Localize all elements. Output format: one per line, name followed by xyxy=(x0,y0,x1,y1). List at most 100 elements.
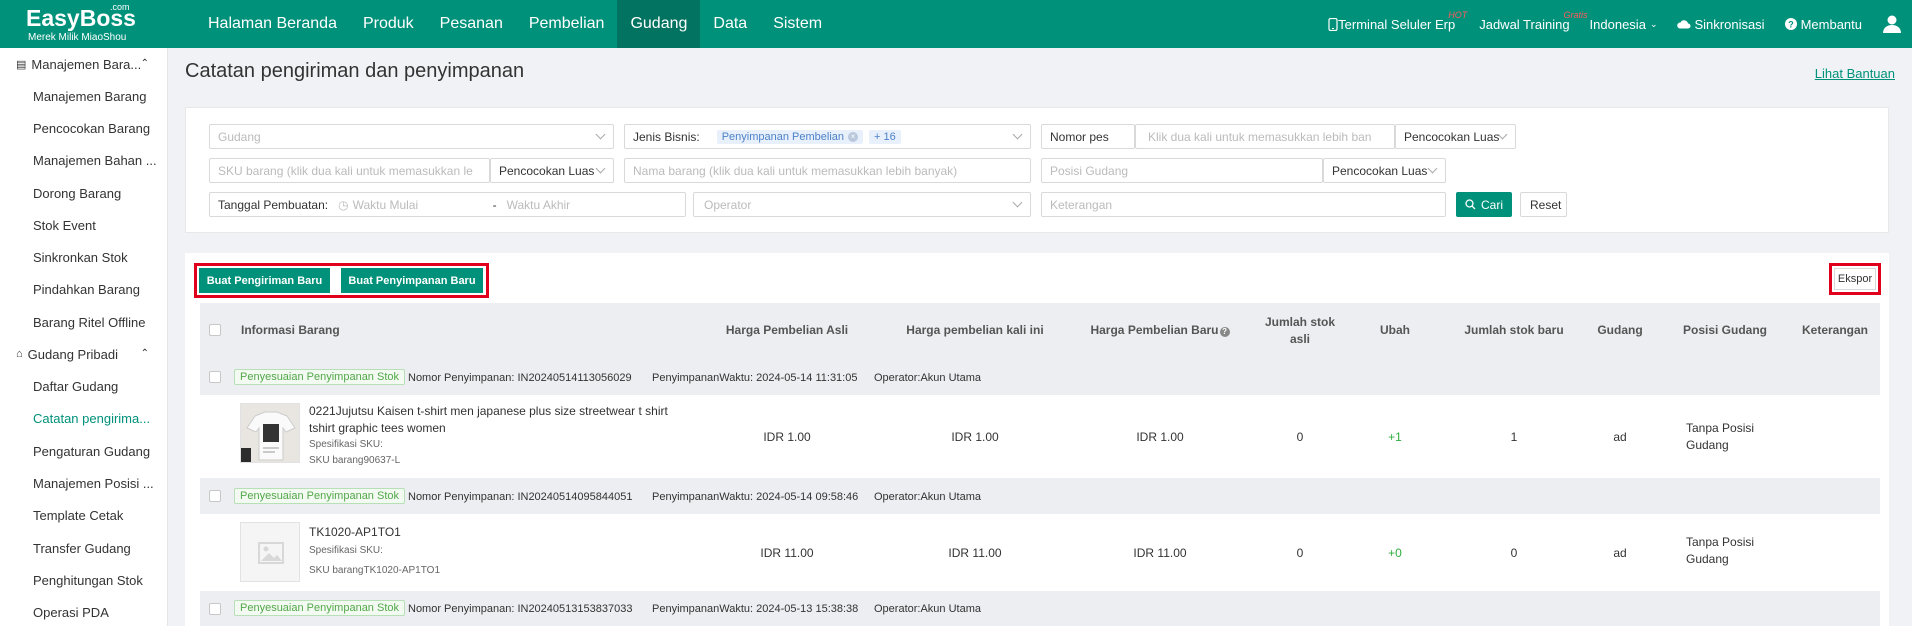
chevron-up-icon: ⌃ xyxy=(140,58,149,69)
more-chip[interactable]: + 16 xyxy=(869,129,901,144)
export-button[interactable]: Ekspor xyxy=(1834,268,1876,290)
sidebar-item-template-cetak[interactable]: Template Cetak xyxy=(0,500,167,532)
menu-item-pembelian[interactable]: Pembelian xyxy=(516,0,618,48)
nama-barang-placeholder: Nama barang (klik dua kali untuk memasuk… xyxy=(633,163,958,178)
new-storage-button[interactable]: Buat Penyimpanan Baru xyxy=(341,268,483,293)
language-select[interactable]: Indonesia ⌄ xyxy=(1590,17,1658,32)
hot-badge: HOT xyxy=(1448,9,1468,20)
sku-input[interactable]: SKU barang (klik dua kali untuk memasukk… xyxy=(209,158,490,183)
reset-button[interactable]: Reset xyxy=(1520,192,1567,217)
col-keterangan: Keterangan xyxy=(1801,323,1869,337)
user-icon[interactable] xyxy=(1882,14,1902,34)
tanggal-range[interactable]: Tanggal Pembuatan: ◷ Waktu Mulai - Waktu… xyxy=(209,192,686,217)
harga-baru-value: IDR 11.00 xyxy=(1133,546,1187,560)
sidebar-item-manajemen-barang[interactable]: Manajemen Barang xyxy=(0,80,167,112)
menu-item-produk[interactable]: Produk xyxy=(350,0,427,48)
record-time: PenyimpananWaktu: 2024-05-13 15:38:38 xyxy=(652,603,859,615)
sku-code: SKU barang90637-L xyxy=(309,455,401,466)
harga-kali-value: IDR 1.00 xyxy=(951,430,999,444)
nomor-type-value: Nomor pes xyxy=(1050,129,1109,144)
sidebar-item-dorong-barang[interactable]: Dorong Barang xyxy=(0,177,167,209)
end-date-input[interactable]: Waktu Akhir xyxy=(507,198,571,212)
menu-item-gudang[interactable]: Gudang xyxy=(617,0,701,48)
nomor-input-placeholder: Klik dua kali untuk memasukkan lebih ban xyxy=(1148,129,1372,144)
sidebar-item-pindahkan-barang[interactable]: Pindahkan Barang xyxy=(0,274,167,306)
col-posisi: Posisi Gudang xyxy=(1682,323,1767,337)
product-image[interactable] xyxy=(240,403,300,463)
sidebar-item-daftar-gudang[interactable]: Daftar Gudang xyxy=(0,370,167,402)
match-select-2-value: Pencocokan Luas xyxy=(499,163,595,178)
col-ubah: Ubah xyxy=(1380,323,1410,337)
menu-item-sistem[interactable]: Sistem xyxy=(760,0,835,48)
chevron-up-icon: ⌃ xyxy=(140,348,149,360)
mobile-icon xyxy=(1328,17,1338,31)
menu-item-home[interactable]: Halaman Beranda xyxy=(195,0,350,48)
menu-item-data[interactable]: Data xyxy=(700,0,760,48)
info-icon[interactable]: ? xyxy=(1219,327,1230,337)
close-icon[interactable]: × xyxy=(848,131,859,142)
keterangan-placeholder: Keterangan xyxy=(1050,197,1113,212)
record-operator: Operator:Akun Utama xyxy=(874,603,981,615)
start-date-input[interactable]: Waktu Mulai xyxy=(353,198,493,212)
sidebar-item-operasi-pda[interactable]: Operasi PDA xyxy=(0,596,167,626)
col-stok-baru: Jumlah stok baru xyxy=(1464,323,1564,337)
jenis-bisnis-chip[interactable]: Penyimpanan Pembelian × xyxy=(716,129,864,144)
select-all-checkbox[interactable] xyxy=(209,324,221,336)
page-title: Catatan pengiriman dan penyimpanan xyxy=(185,60,525,82)
col-gudang: Gudang xyxy=(1597,323,1643,337)
nomor-type-select[interactable]: Nomor pes xyxy=(1041,124,1135,149)
training-link[interactable]: Jadwal Training Gratis xyxy=(1479,10,1587,32)
sidebar-item-catatan-pengiriman[interactable]: Catatan pengirima... xyxy=(0,403,167,435)
sync-button[interactable]: Sinkronisasi xyxy=(1677,17,1765,32)
harga-asli-value: IDR 1.00 xyxy=(763,430,811,444)
operator-select[interactable]: Operator xyxy=(693,192,1031,217)
sidebar-item-manajemen-bahan[interactable]: Manajemen Bahan ... xyxy=(0,145,167,177)
match-select-1[interactable]: Pencocokan Luas xyxy=(1395,124,1516,149)
match-select-3[interactable]: Pencocokan Luas xyxy=(1323,158,1446,183)
sidebar-item-transfer-gudang[interactable]: Transfer Gudang xyxy=(0,532,167,564)
logo[interactable]: EasyBoss .com Merek Milik MiaoShou xyxy=(0,0,168,48)
terminal-label: Terminal Seluler Erp xyxy=(1338,16,1456,32)
terminal-link[interactable]: Terminal Seluler Erp HOT xyxy=(1328,10,1467,32)
search-icon xyxy=(1465,199,1476,210)
ubah-value: +0 xyxy=(1388,546,1402,560)
product-name[interactable]: TK1020-AP1TO1 xyxy=(309,524,689,541)
stok-asli-value: 0 xyxy=(1296,430,1304,444)
product-name[interactable]: 0221Jujutsu Kaisen t-shirt men japanese … xyxy=(309,403,689,437)
jenis-bisnis-select[interactable]: Jenis Bisnis: Penyimpanan Pembelian × + 1… xyxy=(624,124,1031,149)
match-select-2[interactable]: Pencocokan Luas xyxy=(490,158,614,183)
sidebar-item-stok-event[interactable]: Stok Event xyxy=(0,209,167,241)
help-label: Membantu xyxy=(1800,16,1862,32)
record-time: PenyimpananWaktu: 2024-05-14 11:31:05 xyxy=(652,372,858,384)
help-link[interactable]: Lihat Bantuan xyxy=(1815,66,1895,81)
status-badge: Penyesuaian Penyimpanan Stok xyxy=(234,369,405,385)
help-button[interactable]: ? Membantu xyxy=(1784,16,1862,32)
posisi-gudang-input[interactable]: Posisi Gudang xyxy=(1041,158,1323,183)
sidebar-item-pencocokan-barang[interactable]: Pencocokan Barang xyxy=(0,112,167,144)
menu-item-pesanan[interactable]: Pesanan xyxy=(427,0,516,48)
row-checkbox[interactable] xyxy=(209,371,221,383)
sidebar-item-manajemen-posisi[interactable]: Manajemen Posisi ... xyxy=(0,467,167,499)
top-right-tools: Terminal Seluler Erp HOT Jadwal Training… xyxy=(1328,0,1912,48)
row-checkbox[interactable] xyxy=(209,490,221,502)
keterangan-input[interactable]: Keterangan xyxy=(1041,192,1446,217)
gudang-select[interactable]: Gudang xyxy=(209,124,614,149)
status-badge: Penyesuaian Penyimpanan Stok xyxy=(234,488,405,504)
search-button[interactable]: Cari xyxy=(1456,192,1512,217)
sidebar-item-pengaturan-gudang[interactable]: Pengaturan Gudang xyxy=(0,435,167,467)
sku-spec-label: Spesifikasi SKU: xyxy=(309,545,383,556)
nama-barang-input[interactable]: Nama barang (klik dua kali untuk memasuk… xyxy=(624,158,1031,183)
sidebar-group-manajemen-barang[interactable]: ▤ Manajemen Bara... ⌃ xyxy=(0,48,167,80)
sidebar-item-sinkronkan-stok[interactable]: Sinkronkan Stok xyxy=(0,241,167,273)
sidebar-item-penghitungan-stok[interactable]: Penghitungan Stok xyxy=(0,564,167,596)
nomor-input[interactable]: Klik dua kali untuk memasukkan lebih ban xyxy=(1135,124,1395,149)
harga-baru-value: IDR 1.00 xyxy=(1136,430,1184,444)
new-shipment-button[interactable]: Buat Pengiriman Baru xyxy=(199,268,330,293)
posisi-value: Tanpa Posisi Gudang xyxy=(1686,421,1755,452)
match-select-1-value: Pencocokan Luas xyxy=(1404,129,1500,144)
image-placeholder-icon xyxy=(258,542,284,564)
sidebar-item-barang-ritel-offline[interactable]: Barang Ritel Offline xyxy=(0,306,167,338)
sidebar-group-gudang-pribadi[interactable]: ⌂ Gudang Pribadi ⌃ xyxy=(0,338,167,370)
row-checkbox[interactable] xyxy=(209,603,221,615)
product-image-placeholder[interactable] xyxy=(240,522,300,582)
